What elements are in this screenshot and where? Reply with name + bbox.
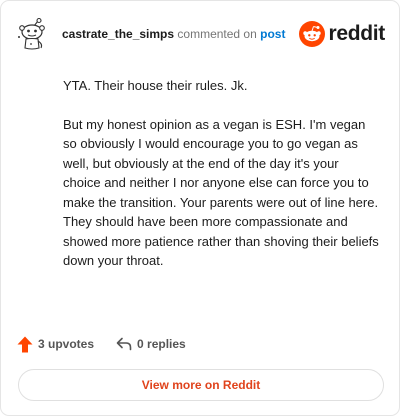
embedded-comment-card: castrate_the_simps commented on post red… (0, 0, 400, 416)
reply-arrow-icon (116, 337, 132, 351)
snoo-avatar-icon[interactable] (17, 17, 49, 51)
username-link[interactable]: castrate_the_simps (62, 27, 174, 41)
comment-paragraph: But my honest opinion as a vegan is ESH.… (63, 116, 379, 269)
reddit-wordmark: reddit (328, 22, 385, 45)
post-link[interactable]: post (260, 27, 285, 41)
commented-on-text: commented on (177, 27, 257, 41)
view-more-button[interactable]: View more on Reddit (18, 369, 384, 401)
upvote-count: 3 upvotes (38, 337, 95, 351)
reddit-logo-icon (299, 21, 326, 47)
upvote-arrow-icon (17, 336, 33, 353)
comment-header: castrate_the_simps commented on post red… (17, 17, 385, 51)
comment-meta: castrate_the_simps commented on post (62, 27, 285, 41)
comment-paragraph: YTA. Their house their rules. Jk. (63, 78, 248, 93)
replies-button[interactable]: 0 replies (116, 337, 186, 351)
reddit-brand[interactable]: reddit (299, 20, 385, 48)
comment-actions: 3 upvotes 0 replies (17, 334, 186, 354)
comment-body: YTA. Their house their rules. Jk. But my… (63, 76, 379, 290)
upvote-button[interactable]: 3 upvotes (17, 336, 94, 353)
reply-count: 0 replies (137, 337, 186, 351)
